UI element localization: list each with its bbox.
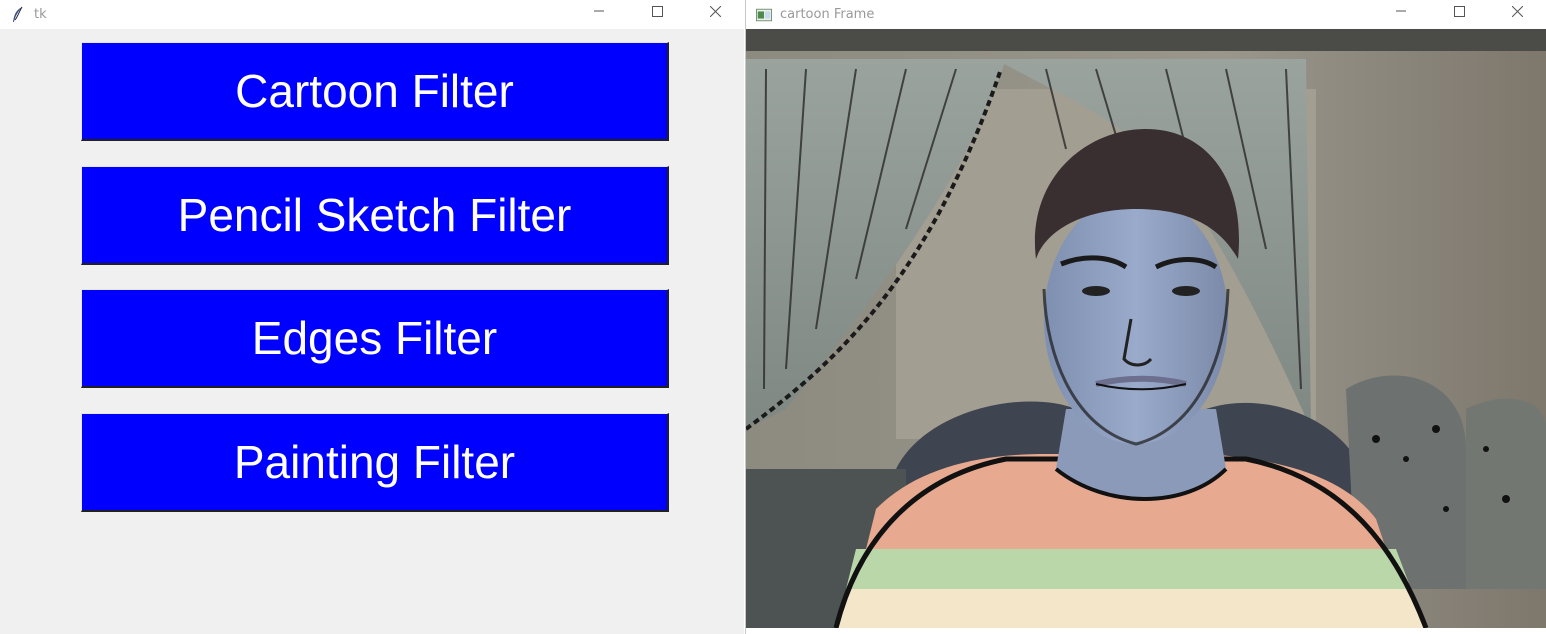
minimize-icon [1396,10,1406,12]
tk-client-area: Cartoon Filter Pencil Sketch Filter Edge… [0,29,744,634]
painting-filter-button[interactable]: Painting Filter [81,413,669,512]
close-button[interactable] [686,0,744,22]
edges-filter-button[interactable]: Edges Filter [81,289,669,388]
minimize-button[interactable] [1372,0,1430,22]
close-button[interactable] [1488,0,1546,22]
cartoon-frame-window: cartoon Frame [745,0,1546,634]
close-icon [1511,5,1523,17]
title-bar[interactable]: cartoon Frame [746,0,1546,29]
title-bar[interactable]: tk [0,0,744,29]
minimize-icon [594,10,604,12]
minimize-button[interactable] [570,0,628,22]
window-controls [570,0,744,22]
cartoon-frame-image [746,29,1546,628]
window-title: tk [34,7,47,22]
feather-icon [10,6,26,23]
status-strip [746,628,1546,634]
maximize-button[interactable] [1430,0,1488,22]
opencv-window-icon [756,7,772,23]
window-title: cartoon Frame [780,7,875,22]
cartoon-filter-button[interactable]: Cartoon Filter [81,42,669,141]
cv-client-area [746,29,1546,634]
maximize-icon [651,5,663,17]
window-controls [1372,0,1546,22]
close-icon [709,5,721,17]
maximize-icon [1453,5,1465,17]
tk-window: tk Cartoon Filter Pencil Sketch Filter E… [0,0,744,634]
maximize-button[interactable] [628,0,686,22]
webcam-frame [746,29,1546,628]
pencil-sketch-filter-button[interactable]: Pencil Sketch Filter [81,166,669,265]
